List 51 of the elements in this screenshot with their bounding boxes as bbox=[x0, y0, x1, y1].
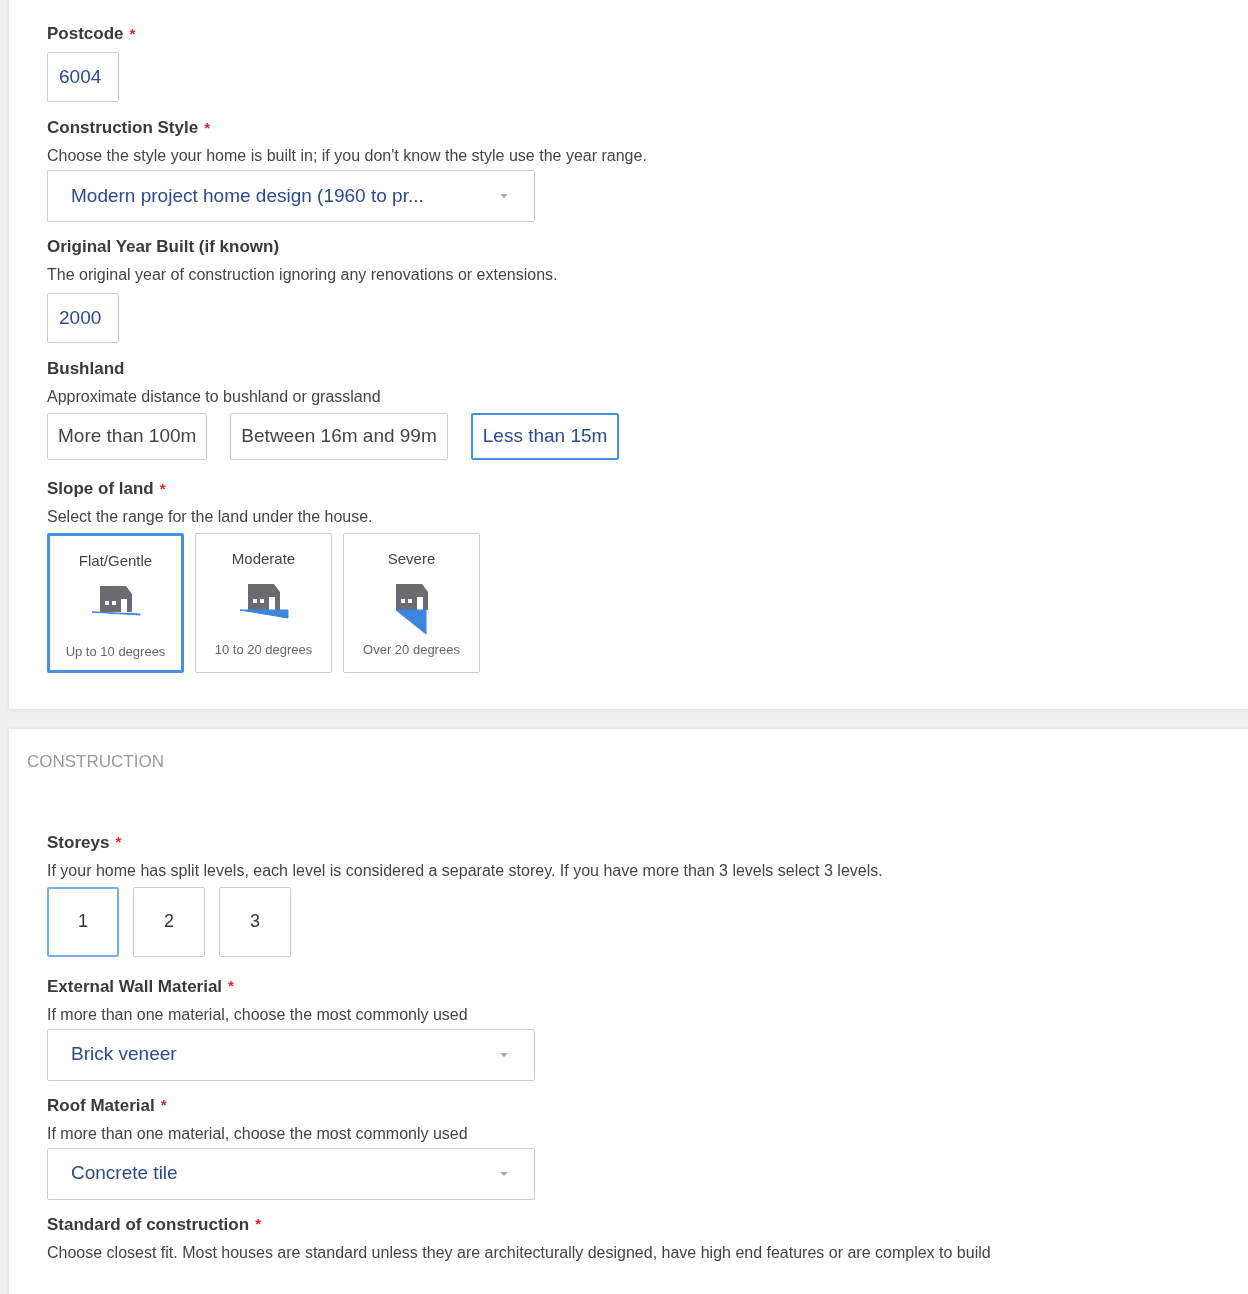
required-mark: * bbox=[115, 832, 122, 853]
field-label: Postcode bbox=[47, 23, 124, 46]
slope-range: Up to 10 degrees bbox=[65, 643, 166, 661]
slope-option-card[interactable]: Moderate 10 to 20 degrees bbox=[195, 533, 332, 673]
field-description: If more than one material, choose the most commonly used bbox=[47, 1123, 468, 1144]
slope-name: Flat/Gentle bbox=[78, 551, 153, 571]
field-description: Choose the style your home is built in; if you don't know the style use the year range. bbox=[47, 146, 647, 166]
required-mark: * bbox=[129, 23, 136, 44]
field-label: Storeys bbox=[47, 831, 110, 854]
field-label: Standard of construction bbox=[47, 1213, 250, 1236]
field-description: Choose closest fit. Most houses are standard unless they are architecturally designed, have high end features or are complex to build bbox=[47, 1242, 991, 1263]
required-mark: * bbox=[160, 1095, 167, 1116]
select-value: Concrete tile bbox=[71, 1161, 178, 1186]
slope-range: 10 to 20 degrees bbox=[214, 641, 313, 659]
select-field[interactable]: Modern project home design (1960 to pr... bbox=[47, 170, 535, 222]
choice-button[interactable]: Between 16m and 99m bbox=[230, 413, 448, 460]
field-label: Roof Material bbox=[47, 1094, 155, 1117]
slope-range: Over 20 degrees bbox=[363, 641, 460, 659]
required-mark: * bbox=[204, 117, 210, 138]
slope-name: Moderate bbox=[231, 549, 296, 569]
required-mark: * bbox=[159, 478, 166, 499]
select-field[interactable]: Brick veneer bbox=[47, 1028, 535, 1081]
required-mark: * bbox=[228, 976, 234, 997]
slope-option-card[interactable]: Flat/Gentle Up to 10 degrees bbox=[47, 533, 184, 673]
slope-option-card[interactable]: Severe Over 20 degrees bbox=[343, 533, 480, 673]
caret-icon bbox=[499, 1170, 509, 1177]
section-title: CONSTRUCTION bbox=[27, 751, 165, 773]
field-description: Approximate distance to bushland or grassland bbox=[47, 387, 381, 407]
storey-button[interactable]: 1 bbox=[47, 886, 119, 957]
choice-button[interactable]: Less than 15m bbox=[470, 413, 620, 460]
text-field[interactable]: 2000 bbox=[47, 293, 119, 343]
field-label: Original Year Built (if known) bbox=[47, 236, 280, 259]
caret-icon bbox=[499, 1051, 509, 1058]
select-value: Brick veneer bbox=[71, 1042, 177, 1067]
storey-button[interactable]: 2 bbox=[133, 886, 205, 957]
field-description: Select the range for the land under the house. bbox=[47, 507, 373, 527]
field-label: Bushland bbox=[47, 358, 125, 381]
choice-button[interactable]: More than 100m bbox=[47, 413, 208, 460]
field-label: Slope of land bbox=[47, 478, 154, 501]
select-field[interactable]: Concrete tile bbox=[47, 1147, 535, 1200]
storey-button[interactable]: 3 bbox=[219, 886, 291, 957]
field-description: If more than one material, choose the most commonly used bbox=[47, 1004, 468, 1025]
slope-name: Severe bbox=[387, 549, 436, 569]
required-mark: * bbox=[255, 1214, 261, 1235]
caret-icon bbox=[499, 193, 509, 199]
field-label: External Wall Material bbox=[47, 975, 223, 998]
select-value: Modern project home design (1960 to pr... bbox=[71, 183, 424, 208]
text-field[interactable]: 6004 bbox=[47, 52, 119, 102]
field-description: If your home has split levels, each level is considered a separate storey. If you have more than 3 levels select 3 levels. bbox=[47, 860, 883, 881]
field-description: The original year of construction ignoring any renovations or extensions. bbox=[47, 265, 558, 285]
field-label: Construction Style bbox=[47, 117, 199, 140]
